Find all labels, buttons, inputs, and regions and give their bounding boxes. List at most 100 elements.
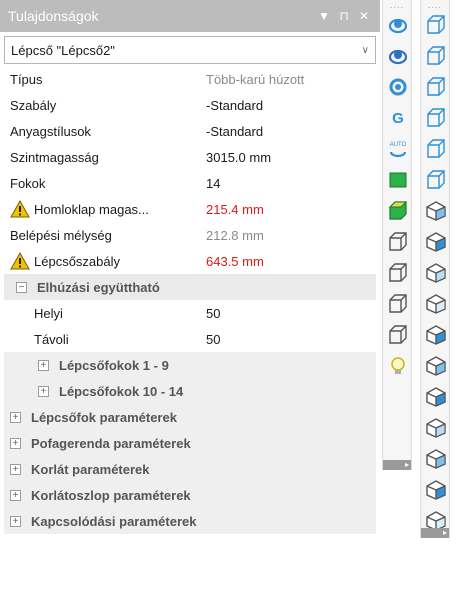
iso-6-icon[interactable] [421, 382, 451, 412]
property-name: Fokok [4, 176, 198, 191]
collapse-icon[interactable]: − [16, 281, 27, 293]
property-value[interactable]: -Standard [198, 124, 376, 139]
property-value[interactable]: 50 [198, 332, 376, 347]
panel-titlebar[interactable]: Tulajdonságok ▼ ⊓ ✕ [0, 0, 380, 32]
expand-icon[interactable]: + [10, 515, 21, 527]
expand-icon[interactable]: + [38, 359, 49, 371]
toolbar-grip[interactable]: .... [383, 0, 411, 10]
expand-icon[interactable]: + [10, 411, 21, 423]
property-row[interactable]: Fokok 14 [4, 170, 376, 196]
property-row[interactable]: Anyagstílusok -Standard [4, 118, 376, 144]
close-icon[interactable]: ✕ [356, 9, 372, 23]
property-row[interactable]: Helyi 50 [4, 300, 376, 326]
chevron-down-icon[interactable]: ∨ [362, 45, 369, 56]
lightbulb-icon[interactable] [383, 351, 413, 381]
warning-icon [10, 252, 34, 270]
iso-ne-icon[interactable] [421, 258, 451, 288]
property-name-text: Anyagstílusok [10, 123, 91, 139]
iso-8-icon[interactable] [421, 444, 451, 474]
iso-5-icon[interactable] [421, 351, 451, 381]
view-bottom-icon[interactable] [421, 165, 451, 195]
object-selector[interactable]: Lépcső "Lépcső2" ∨ [4, 36, 376, 64]
toolbar-overflow-icon[interactable]: ▸ [383, 460, 411, 470]
category-row[interactable]: + Pofagerenda paraméterek [4, 430, 376, 456]
property-row[interactable]: Típus Több-karú húzott [4, 66, 376, 92]
iso-9-icon[interactable] [421, 475, 451, 505]
expand-icon[interactable]: + [10, 437, 21, 449]
properties-panel: Tulajdonságok ▼ ⊓ ✕ Lépcső "Lépcső2" ∨ T… [0, 0, 380, 600]
property-name-text: Szintmagasság [10, 149, 99, 165]
box-plain-icon[interactable] [383, 289, 413, 319]
property-name: Szintmagasság [4, 150, 198, 165]
toolbar-grip[interactable]: .... [421, 0, 449, 10]
object-selector-value: Lépcső "Lépcső2" [11, 42, 115, 58]
panel-title: Tulajdonságok [8, 8, 99, 24]
expand-icon[interactable]: + [10, 463, 21, 475]
green-cube-icon[interactable] [383, 196, 413, 226]
property-name: Lépcsőszabály [4, 252, 198, 270]
view-top-icon[interactable] [421, 134, 451, 164]
property-row[interactable]: Szintmagasság 3015.0 mm [4, 144, 376, 170]
property-row[interactable]: Távoli 50 [4, 326, 376, 352]
property-name-text: Homloklap magas... [34, 201, 149, 217]
category-label: Pofagerenda paraméterek [31, 435, 191, 451]
property-row[interactable]: Lépcsőszabály 643.5 mm [4, 248, 376, 274]
property-value[interactable]: 14 [198, 176, 376, 191]
orbit-g-icon[interactable]: G [383, 103, 413, 133]
view-left-icon[interactable] [421, 72, 451, 102]
view-toolbar: .... ▸ [420, 0, 450, 538]
subcategory-label: Lépcsőfokok 1 - 9 [59, 357, 169, 373]
property-value[interactable]: 212.8 mm [198, 228, 376, 243]
view-right-icon[interactable] [421, 103, 451, 133]
property-row[interactable]: Homloklap magas... 215.4 mm [4, 196, 376, 222]
iso-sw-icon[interactable] [421, 196, 451, 226]
expand-icon[interactable]: + [10, 489, 21, 501]
auto-orbit-icon[interactable]: AUTO [383, 134, 413, 164]
property-name: Homloklap magas... [4, 200, 198, 218]
property-value[interactable]: Több-karú húzott [198, 72, 376, 87]
property-value[interactable]: -Standard [198, 98, 376, 113]
property-value[interactable]: 643.5 mm [198, 254, 376, 269]
rotate-icon[interactable] [383, 72, 413, 102]
property-row[interactable]: Szabály -Standard [4, 92, 376, 118]
category-row[interactable]: + Lépcsőfok paraméterek [4, 404, 376, 430]
view-back-icon[interactable] [421, 41, 451, 71]
category-label: Lépcsőfok paraméterek [31, 409, 177, 425]
property-row[interactable]: Belépési mélység 212.8 mm [4, 222, 376, 248]
subcategory-label: Lépcsőfokok 10 - 14 [59, 383, 184, 399]
property-grid: Típus Több-karú húzott Szabály -Standard Any… [4, 66, 376, 534]
property-name: Típus [4, 72, 198, 87]
category-row[interactable]: + Korlátoszlop paraméterek [4, 482, 376, 508]
pan-orbit-icon[interactable] [383, 41, 413, 71]
category-label: Korlát paraméterek [31, 461, 150, 477]
orbit-icon[interactable] [383, 10, 413, 40]
property-value[interactable]: 50 [198, 306, 376, 321]
property-name: Belépési mélység [4, 228, 198, 243]
box-front-icon[interactable] [383, 227, 413, 257]
iso-7-icon[interactable] [421, 413, 451, 443]
category-drag-coefficient[interactable]: − Elhúzási együttható [4, 274, 376, 300]
property-name: Helyi [34, 305, 63, 321]
property-name-text: Belépési mélység [10, 227, 112, 243]
property-value[interactable]: 3015.0 mm [198, 150, 376, 165]
panel-menu-dropdown-icon[interactable]: ▼ [316, 9, 332, 23]
property-name-text: Fokok [10, 175, 46, 191]
pin-icon[interactable]: ⊓ [336, 9, 352, 23]
iso-se-icon[interactable] [421, 227, 451, 257]
iso-4-icon[interactable] [421, 320, 451, 350]
category-label: Elhúzási együttható [37, 279, 160, 295]
expand-icon[interactable]: + [38, 385, 49, 397]
box-outline-icon[interactable] [383, 320, 413, 350]
property-value[interactable]: 215.4 mm [198, 202, 376, 217]
toolbar-overflow-icon[interactable]: ▸ [421, 528, 449, 538]
subcategory-steps-10-14[interactable]: + Lépcsőfokok 10 - 14 [4, 378, 376, 404]
green-face-icon[interactable] [383, 165, 413, 195]
svg-text:AUTO: AUTO [390, 142, 407, 148]
iso-nw-icon[interactable] [421, 289, 451, 319]
box-side-icon[interactable] [383, 258, 413, 288]
category-row[interactable]: + Korlát paraméterek [4, 456, 376, 482]
subcategory-steps-1-9[interactable]: + Lépcsőfokok 1 - 9 [4, 352, 376, 378]
category-row[interactable]: + Kapcsolódási paraméterek [4, 508, 376, 534]
view-front-icon[interactable] [421, 10, 451, 40]
navigation-toolbar: .... G AUTO ▸ [382, 0, 412, 470]
